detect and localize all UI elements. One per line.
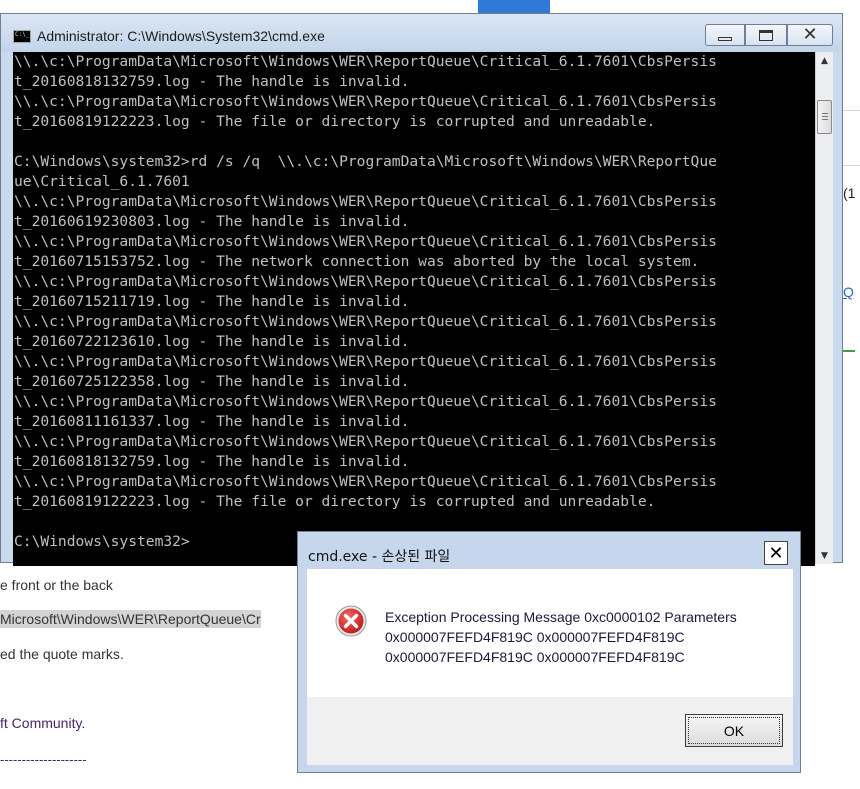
ok-button[interactable]: OK bbox=[685, 714, 783, 747]
dialog-message: Exception Processing Message 0xc0000102 … bbox=[385, 607, 737, 667]
vertical-scrollbar[interactable]: ▲ ▼ bbox=[815, 52, 833, 564]
console-line: \\.\c:\ProgramData\Microsoft\Windows\WER… bbox=[14, 433, 717, 450]
cmd-titlebar[interactable]: C:\_ Administrator: C:\Windows\System32\… bbox=[1, 14, 842, 52]
console-line: \\.\c:\ProgramData\Microsoft\Windows\WER… bbox=[14, 53, 717, 70]
dialog-footer: OK bbox=[307, 697, 793, 765]
dialog-message-line: 0x000007FEFD4F819C 0x000007FEFD4F819C bbox=[385, 629, 685, 645]
console-line: \\.\c:\ProgramData\Microsoft\Windows\WER… bbox=[14, 233, 717, 250]
background-divider bbox=[843, 165, 860, 166]
console-lines: \\.\c:\ProgramData\Microsoft\Windows\WER… bbox=[14, 52, 717, 552]
console-line: ue\Critical_6.1.7601 bbox=[14, 173, 190, 190]
console-line: t_20160715211719.log - The handle is inv… bbox=[14, 293, 410, 310]
console-line: \\.\c:\ProgramData\Microsoft\Windows\WER… bbox=[14, 313, 717, 330]
console-line: t_20160819122223.log - The file or direc… bbox=[14, 113, 656, 130]
console-line: \\.\c:\ProgramData\Microsoft\Windows\WER… bbox=[14, 473, 717, 490]
console-line: t_20160722123610.log - The handle is inv… bbox=[14, 333, 410, 350]
background-blue-tab bbox=[478, 0, 550, 13]
background-path-line: Microsoft\Windows\WER\ReportQueue\Cr bbox=[0, 610, 261, 628]
maximize-button[interactable] bbox=[745, 24, 787, 46]
console-line: t_20160725122358.log - The handle is inv… bbox=[14, 373, 410, 390]
background-dashes: -------------------- bbox=[0, 752, 87, 767]
close-icon: ✕ bbox=[768, 542, 784, 564]
minimize-button[interactable] bbox=[705, 24, 745, 46]
background-side-text: (1 bbox=[843, 185, 856, 201]
cmd-window-title: Administrator: C:\Windows\System32\cmd.e… bbox=[37, 28, 325, 44]
cmd-icon-glyph: C:\_ bbox=[15, 31, 30, 38]
thumb-grip bbox=[822, 113, 828, 114]
console-line: C:\Windows\system32>rd /s /q \\.\c:\Prog… bbox=[14, 153, 717, 170]
console-line: \\.\c:\ProgramData\Microsoft\Windows\WER… bbox=[14, 353, 717, 370]
background-side-link[interactable]: Q bbox=[843, 284, 854, 300]
console-line: t_20160818132759.log - The handle is inv… bbox=[14, 453, 410, 470]
cmd-window: C:\_ Administrator: C:\Windows\System32\… bbox=[0, 13, 843, 566]
minimize-icon bbox=[718, 37, 732, 41]
close-button[interactable]: ✕ bbox=[787, 24, 833, 46]
background-text: ed the quote marks. bbox=[0, 646, 124, 662]
console-line: \\.\c:\ProgramData\Microsoft\Windows\WER… bbox=[14, 273, 717, 290]
console-output[interactable]: \\.\c:\ProgramData\Microsoft\Windows\WER… bbox=[13, 52, 815, 566]
background-text: e front or the back bbox=[0, 577, 113, 593]
console-line: t_20160819122223.log - The file or direc… bbox=[14, 493, 656, 510]
background-divider bbox=[843, 110, 860, 111]
cmd-app-icon[interactable]: C:\_ bbox=[13, 30, 31, 43]
console-line: t_20160818132759.log - The handle is inv… bbox=[14, 73, 410, 90]
console-line: \\.\c:\ProgramData\Microsoft\Windows\WER… bbox=[14, 193, 717, 210]
thumb-grip bbox=[822, 116, 828, 117]
background-path-snippet: Microsoft\Windows\WER\ReportQueue\Cr bbox=[0, 610, 261, 628]
console-line: \\.\c:\ProgramData\Microsoft\Windows\WER… bbox=[14, 393, 717, 410]
error-icon bbox=[335, 605, 367, 637]
dialog-body: Exception Processing Message 0xc0000102 … bbox=[307, 569, 793, 697]
dialog-close-button[interactable]: ✕ bbox=[764, 541, 788, 565]
scroll-thumb[interactable] bbox=[817, 100, 832, 134]
error-dialog: cmd.exe - 손상된 파일 ✕ Exception Processing … bbox=[297, 531, 801, 773]
scroll-up-arrow-icon[interactable]: ▲ bbox=[816, 52, 833, 69]
background-accent-bar bbox=[843, 350, 855, 352]
dialog-title: cmd.exe - 손상된 파일 bbox=[308, 549, 451, 565]
console-line: t_20160715153752.log - The network conne… bbox=[14, 253, 700, 270]
thumb-grip bbox=[822, 119, 828, 120]
dialog-titlebar[interactable]: cmd.exe - 손상된 파일 ✕ bbox=[298, 532, 800, 569]
dialog-message-line: 0x000007FEFD4F819C 0x000007FEFD4F819C bbox=[385, 649, 685, 665]
scroll-down-arrow-icon[interactable]: ▼ bbox=[816, 547, 833, 564]
background-community-link[interactable]: ft Community. bbox=[0, 715, 85, 731]
dialog-message-line: Exception Processing Message 0xc0000102 … bbox=[385, 609, 737, 625]
close-icon: ✕ bbox=[802, 24, 818, 45]
console-line: t_20160811161337.log - The handle is inv… bbox=[14, 413, 410, 430]
console-line: t_20160619230803.log - The handle is inv… bbox=[14, 213, 410, 230]
console-line: \\.\c:\ProgramData\Microsoft\Windows\WER… bbox=[14, 93, 717, 110]
maximize-icon bbox=[759, 29, 773, 41]
